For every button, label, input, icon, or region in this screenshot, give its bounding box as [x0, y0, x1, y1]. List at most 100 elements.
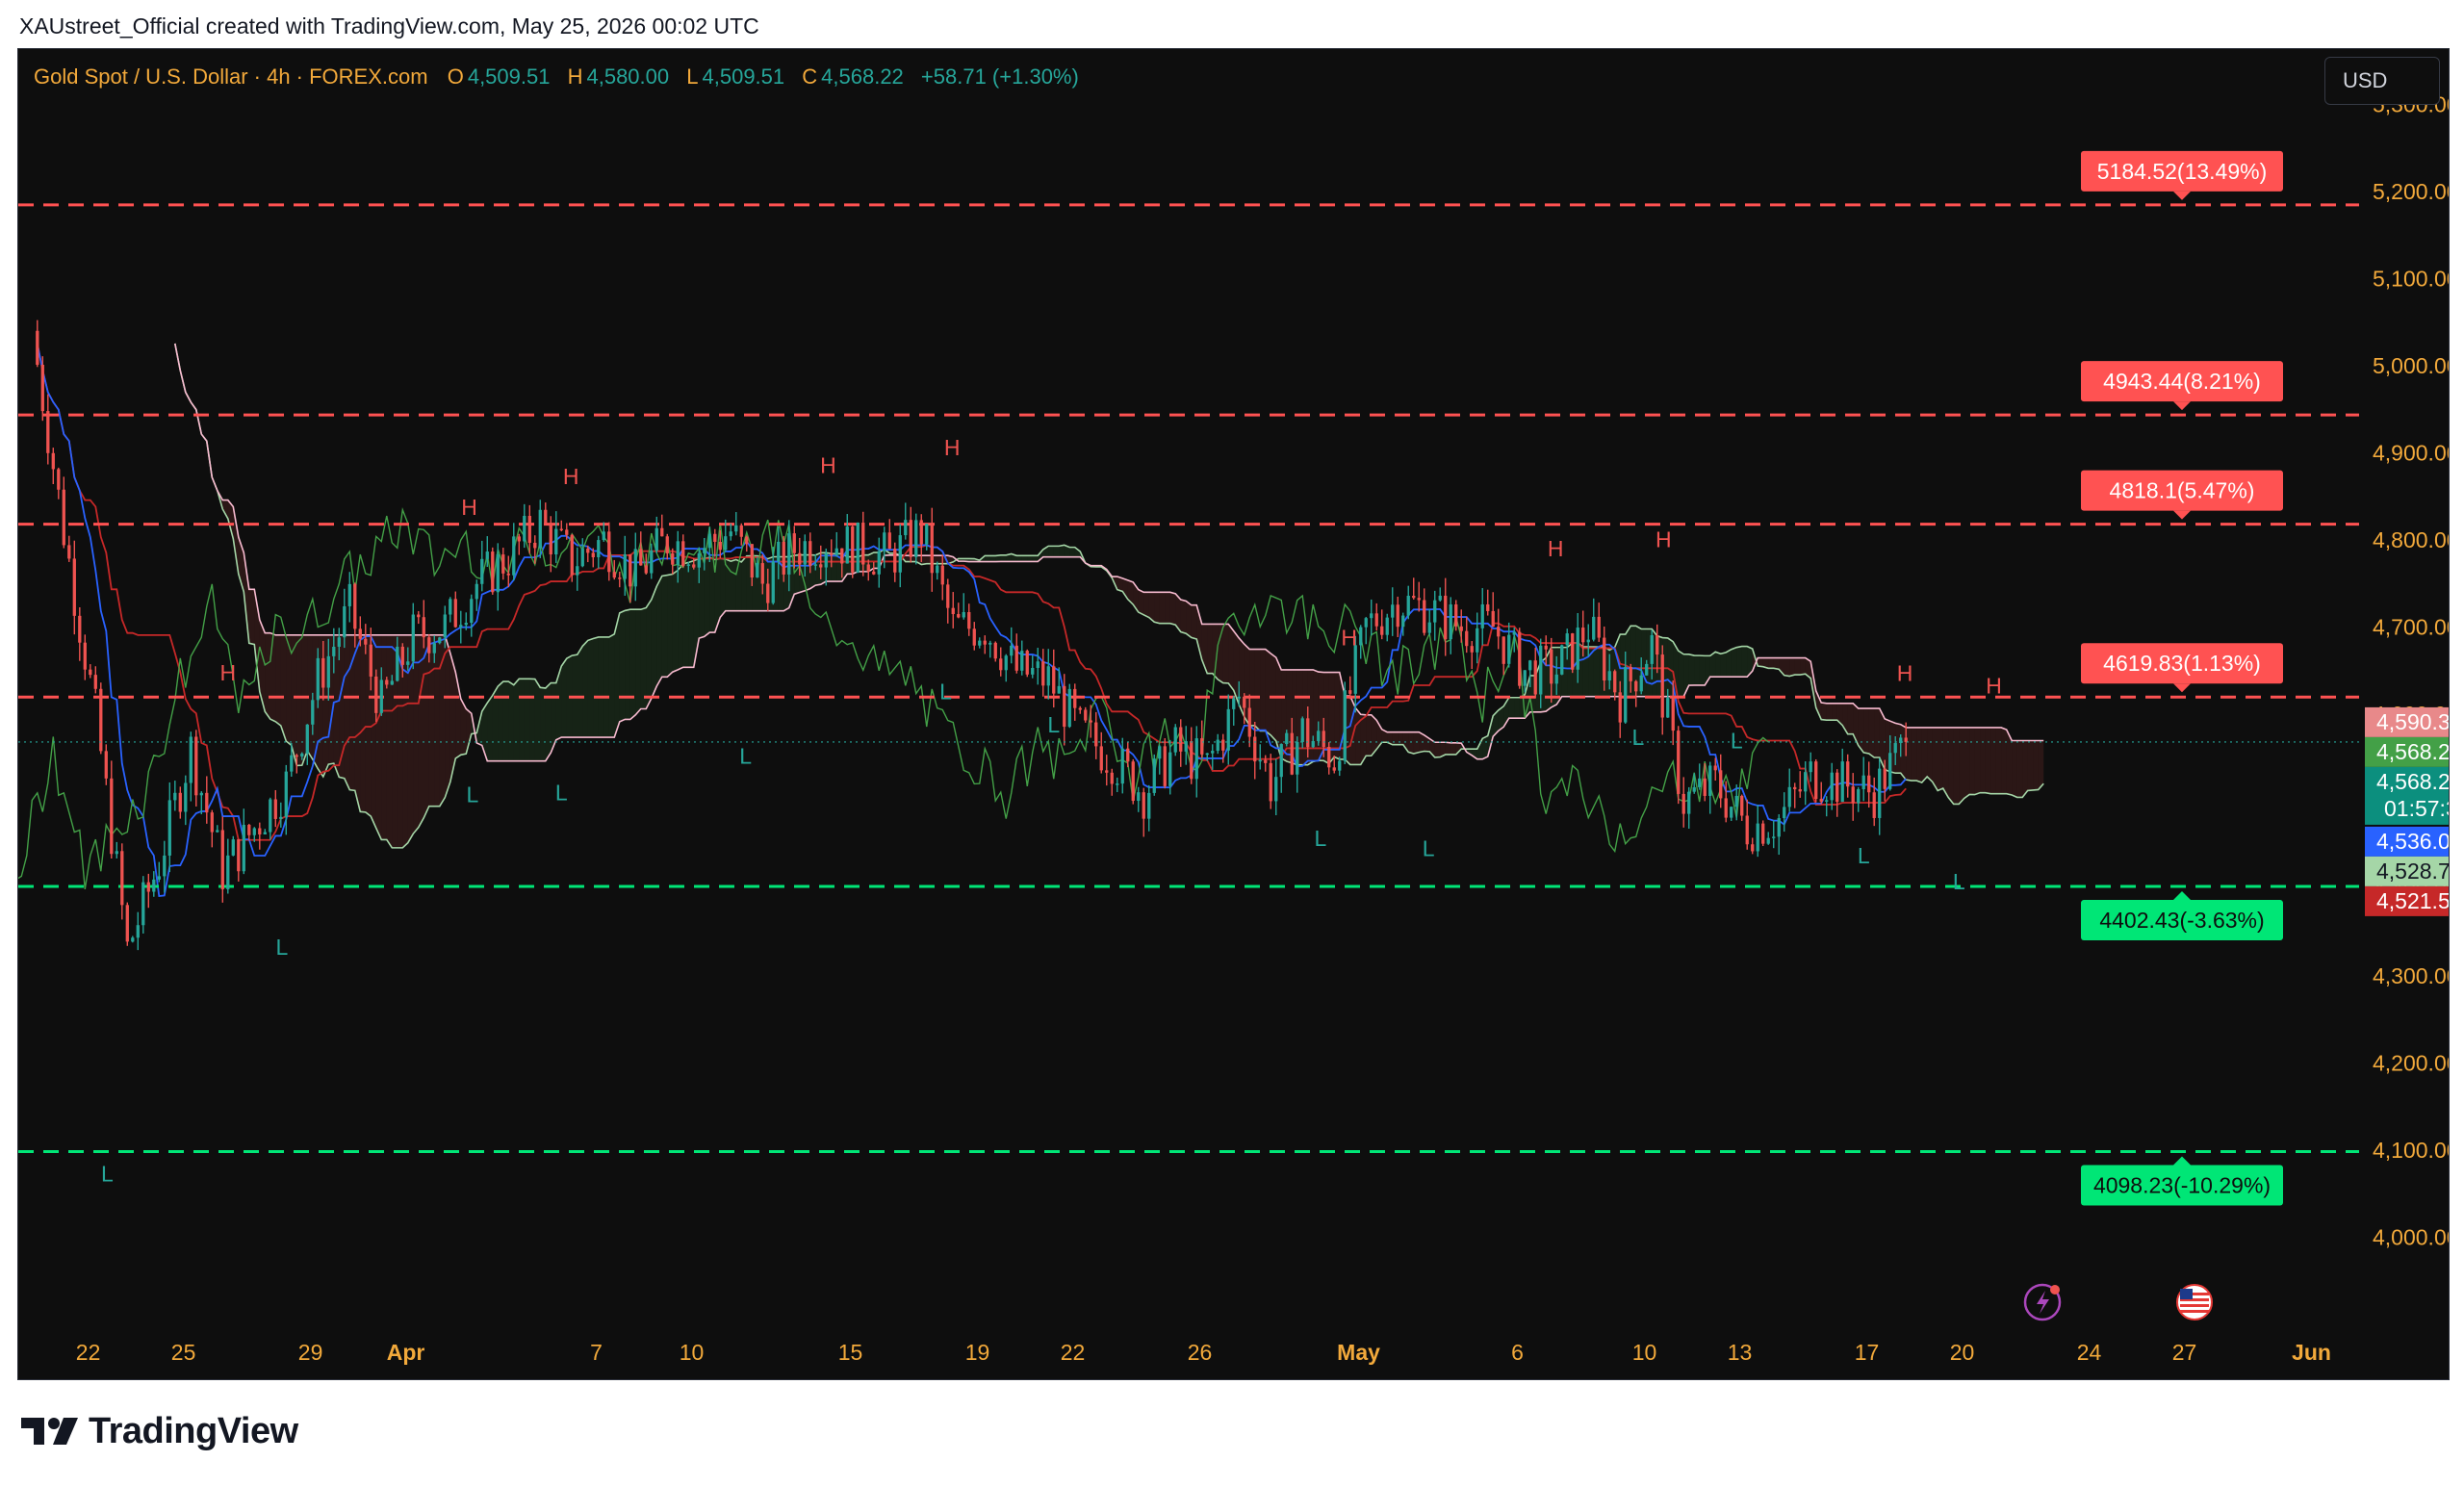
- x-tick-label: 27: [2172, 1340, 2197, 1365]
- level-label-resistance: 5184.52(13.49%): [2081, 150, 2283, 200]
- us-flag-icon[interactable]: [2176, 1284, 2213, 1320]
- candle: [1279, 744, 1283, 778]
- candle: [856, 523, 860, 573]
- cloud-segment: [1059, 545, 1065, 557]
- chart-panel[interactable]: 5184.52(13.49%) 4943.44(8.21%) 4818.1(5.47…: [17, 48, 2450, 1380]
- candle: [1660, 654, 1664, 718]
- candle: [1814, 761, 1818, 800]
- cloud-segment: [424, 634, 429, 818]
- candle: [1385, 617, 1389, 635]
- pivot-marker-high: H: [1341, 626, 1357, 651]
- candle: [369, 644, 372, 677]
- candle: [167, 800, 171, 856]
- candle: [629, 553, 632, 587]
- candle: [602, 531, 605, 541]
- price-tag-text: 4,521.51: [2376, 888, 2449, 913]
- candle: [1671, 698, 1675, 731]
- level-label-pointer: [2173, 891, 2191, 901]
- cloud-segment: [1053, 546, 1060, 557]
- candle: [1338, 760, 1342, 771]
- cloud-segment: [2022, 740, 2028, 798]
- candle: [724, 536, 728, 551]
- pivot-marker-low: L: [739, 744, 752, 769]
- candle: [1713, 765, 1717, 771]
- candle: [1597, 616, 1601, 638]
- candle: [654, 527, 658, 551]
- candle: [1216, 739, 1219, 752]
- candle: [1857, 788, 1861, 804]
- candle: [1507, 634, 1511, 664]
- cloud-segment: [1832, 703, 1837, 721]
- cloud-segment: [413, 634, 419, 834]
- candle: [337, 637, 341, 647]
- pivot-marker-high: H: [1548, 536, 1564, 561]
- candle: [1247, 707, 1251, 737]
- candle: [480, 558, 484, 584]
- candle: [1645, 663, 1649, 676]
- candle: [544, 509, 548, 524]
- price-tag-text: 4,528.78: [2376, 859, 2449, 884]
- currency-button[interactable]: USD: [2324, 57, 2440, 105]
- y-tick-label: 4,800.00: [2373, 527, 2449, 552]
- candle: [1253, 736, 1257, 762]
- candle: [808, 541, 812, 566]
- price-chart[interactable]: 5184.52(13.49%) 4943.44(8.21%) 4818.1(5.47…: [18, 49, 2449, 1379]
- candle: [491, 551, 495, 593]
- cloud-segment: [937, 555, 943, 564]
- candle: [834, 548, 838, 555]
- level-label-pointer: [2173, 683, 2191, 693]
- candle: [904, 520, 908, 536]
- candle: [1444, 595, 1448, 640]
- candle: [1290, 732, 1294, 775]
- candle: [919, 520, 923, 545]
- x-tick-label: 20: [1950, 1340, 1975, 1365]
- cloud-segment: [555, 666, 562, 740]
- level-label-resistance: 4619.83(1.13%): [2081, 643, 2283, 693]
- candle: [78, 615, 82, 643]
- candle: [565, 529, 569, 535]
- cloud-segment: [593, 636, 599, 738]
- candle: [1120, 748, 1124, 784]
- pivot-marker-high: H: [1656, 526, 1672, 551]
- x-tick-label: 26: [1188, 1340, 1213, 1365]
- cloud-segment: [1482, 735, 1488, 759]
- lightning-icon[interactable]: [2023, 1283, 2062, 1321]
- candle: [263, 832, 267, 834]
- candle: [1772, 836, 1776, 838]
- cloud-segment: [1222, 624, 1229, 683]
- cloud-segment: [524, 679, 530, 761]
- symbol-title[interactable]: Gold Spot / U.S. Dollar · 4h · FOREX.com: [34, 64, 428, 89]
- candle: [1883, 768, 1886, 789]
- level-label-text: 4619.83(1.13%): [2103, 651, 2261, 676]
- candle: [295, 755, 298, 757]
- price-axis-tag: 4,528.78: [2365, 856, 2449, 886]
- candle: [1406, 595, 1410, 616]
- cloud-segment: [651, 586, 657, 699]
- candle: [475, 583, 478, 600]
- candle: [146, 882, 150, 892]
- x-tick-label: 17: [1855, 1340, 1880, 1365]
- candle: [1793, 786, 1797, 790]
- tradingview-brand[interactable]: TradingView: [21, 1410, 298, 1452]
- candle: [57, 469, 61, 490]
- candle: [1364, 618, 1368, 628]
- candle: [141, 882, 145, 926]
- cloud-segment: [534, 679, 541, 761]
- candle: [803, 541, 807, 565]
- cloud-segment: [1000, 554, 1007, 562]
- candle: [813, 564, 817, 566]
- candle: [459, 625, 463, 628]
- price-tag-text: 4,590.35: [2376, 709, 2449, 734]
- candle: [1766, 837, 1770, 844]
- cloud-segment: [1715, 652, 1721, 678]
- candle: [89, 669, 92, 676]
- candle: [347, 583, 351, 606]
- pivot-marker-high: H: [1986, 673, 2002, 698]
- candle: [316, 657, 320, 701]
- candle: [258, 828, 262, 834]
- cloud-segment: [1784, 657, 1790, 677]
- cloud-segment: [1450, 742, 1456, 755]
- candle: [1666, 698, 1670, 718]
- candle: [612, 572, 616, 578]
- candle: [591, 552, 595, 557]
